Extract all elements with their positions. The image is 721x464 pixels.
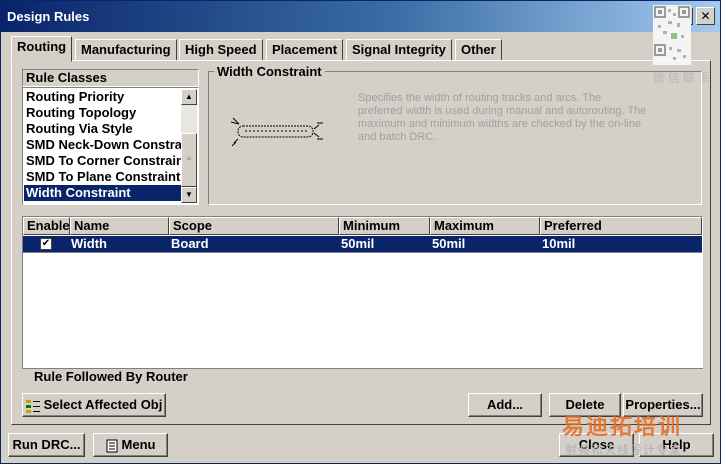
select-objects-icon	[25, 399, 40, 413]
cell-maximum: 50mil	[432, 236, 466, 251]
select-affected-label: Select Affected Obj	[43, 397, 163, 412]
menu-button[interactable]: Menu	[93, 433, 168, 457]
constraint-description: Specifies the width of routing tracks an…	[358, 92, 647, 143]
brand-watermark: 易迪拓培训	[562, 414, 683, 439]
table-row[interactable]: ✔ Width Board 50mil 50mil 10mil	[23, 236, 702, 253]
scroll-up-icon[interactable]: ▲	[181, 89, 197, 105]
cell-minimum: 50mil	[341, 236, 375, 251]
rule-classes-list[interactable]: Routing Priority Routing Topology Routin…	[22, 87, 199, 205]
cell-name: Width	[71, 236, 107, 251]
rule-class-item[interactable]: SMD Neck-Down Constraint	[24, 137, 182, 153]
tab-routing[interactable]: Routing	[11, 36, 73, 62]
window-title: Design Rules	[7, 9, 90, 24]
title-bar[interactable]: Design Rules ? ✕	[1, 1, 720, 32]
cell-preferred: 10mil	[542, 236, 576, 251]
enable-checkbox[interactable]: ✔	[40, 238, 52, 250]
close-icon[interactable]: ✕	[696, 7, 715, 25]
scroll-thumb[interactable]: ≡	[181, 133, 197, 187]
column-header-scope[interactable]: Scope	[169, 217, 339, 235]
tab-signal-integrity[interactable]: Signal Integrity	[346, 39, 452, 61]
rule-class-item[interactable]: Routing Topology	[24, 105, 182, 121]
grid-status-footer: Rule Followed By Router	[22, 368, 703, 384]
tab-other[interactable]: Other	[455, 39, 502, 61]
rule-class-item[interactable]: SMD To Corner Constraint	[24, 153, 182, 169]
rule-classes-header: Rule Classes	[22, 69, 199, 87]
tab-placement[interactable]: Placement	[266, 39, 344, 61]
column-header-maximum[interactable]: Maximum	[430, 217, 540, 235]
group-title: Width Constraint	[214, 64, 325, 79]
scroll-down-icon[interactable]: ▼	[181, 187, 197, 203]
tab-manufacturing[interactable]: Manufacturing	[75, 39, 177, 61]
rule-class-item-selected[interactable]: Width Constraint	[24, 185, 182, 201]
column-header-name[interactable]: Name	[70, 217, 169, 235]
select-affected-button[interactable]: Select Affected Obj	[22, 393, 166, 417]
rule-class-item[interactable]: Routing Via Style	[24, 121, 182, 137]
menu-label: Menu	[121, 437, 156, 452]
track-width-diagram-icon	[230, 117, 323, 147]
tab-high-speed[interactable]: High Speed	[179, 39, 263, 61]
rules-grid[interactable]: Enable Name Scope Minimum Maximum Prefer…	[22, 216, 703, 384]
rule-class-item[interactable]: SMD To Plane Constraint	[24, 169, 182, 185]
qr-code-watermark	[653, 5, 691, 65]
cell-scope: Board	[171, 236, 209, 251]
column-header-enable[interactable]: Enable	[23, 217, 70, 235]
rule-classes-scrollbar[interactable]: ▲ ≡ ▼	[181, 89, 197, 203]
column-header-minimum[interactable]: Minimum	[339, 217, 430, 235]
rule-class-item[interactable]: Routing Priority	[24, 89, 182, 105]
add-button[interactable]: Add...	[468, 393, 542, 417]
brand-sub-watermark: 射频和天线设计专家	[565, 443, 683, 457]
column-header-preferred[interactable]: Preferred	[540, 217, 702, 235]
menu-icon	[106, 439, 118, 453]
design-rules-dialog: Design Rules ? ✕ 微信联系 Routing Manufactur…	[0, 0, 721, 464]
run-drc-button[interactable]: Run DRC...	[8, 433, 85, 457]
